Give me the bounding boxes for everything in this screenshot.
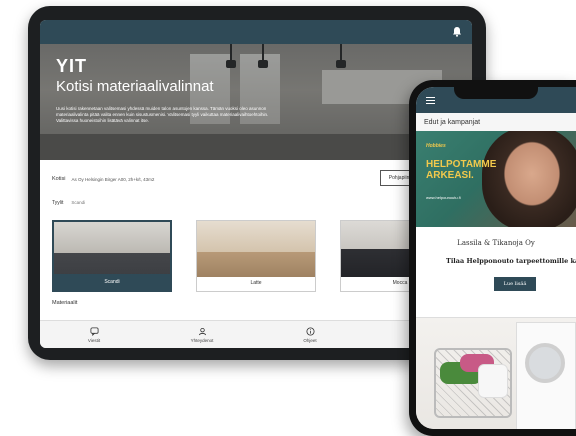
washer-door <box>525 343 565 383</box>
washer-image <box>516 322 576 429</box>
style-card-scandi[interactable]: Scandi <box>52 220 172 292</box>
cloth-image <box>478 364 508 398</box>
section-title: Edut ja kampanjat <box>416 113 576 131</box>
campaign-banner[interactable]: Hobbies HELPOTAMME ARKEASI. www.helpouno… <box>416 131 576 227</box>
tablet-content: Kotisi As Oy Helsingin Birger A00, 2h+k/… <box>40 160 472 324</box>
read-more-button[interactable]: Lue lisää <box>494 277 536 291</box>
nav-item-ohjeet[interactable]: Ohjeet <box>256 321 364 348</box>
phone-device: Edut ja kampanjat Hobbies HELPOTAMME ARK… <box>409 80 576 436</box>
hero-overlay <box>40 44 472 160</box>
campaign-logo: Hobbies <box>426 143 446 149</box>
kotisi-value: As Oy Helsingin Birger A00, 2h+k/t, 43m2 <box>71 176 155 182</box>
tablet-top-bar <box>40 20 472 44</box>
nav-label: Ohjeet <box>303 337 317 343</box>
style-card-latte[interactable]: Latte <box>196 220 316 292</box>
nav-label: Viestit <box>87 337 101 343</box>
promo-composition: YIT Kotisi materiaalivalinnat Uusi kotis… <box>0 0 576 436</box>
user-icon <box>198 327 206 335</box>
tyylit-value: Scandi <box>71 200 86 205</box>
bell-icon[interactable] <box>452 26 462 37</box>
nav-label: Yhteydenot <box>190 337 214 343</box>
phone-notch <box>454 87 538 99</box>
hamburger-menu-icon[interactable] <box>426 97 435 104</box>
laundry-photo <box>416 318 576 429</box>
tyylit-label: Tyylit <box>52 200 64 206</box>
materiaalit-heading: Materiaalit <box>52 300 78 306</box>
style-cards: Scandi Latte Mocca <box>52 220 460 292</box>
hero-banner: YIT Kotisi materiaalivalinnat Uusi kotis… <box>40 44 472 160</box>
campaign-url: www.helpounoutu.fi <box>426 195 461 200</box>
offer-text: Tilaa Helpponouto tarpeettomille kaluste… <box>446 257 576 265</box>
hero-description: Uusi kotisi rakennetaan valitsemasi yhde… <box>56 106 269 123</box>
info-icon <box>305 326 315 336</box>
style-image-scandi <box>54 222 170 278</box>
bottom-nav: Viestit Yhteydenot Ohjeet Esit <box>40 320 472 348</box>
chat-icon <box>89 326 99 336</box>
style-caption: Latte <box>250 280 262 286</box>
nav-item-viestit[interactable]: Viestit <box>40 321 148 348</box>
tyylit-row: Tyylit Scandi <box>52 200 460 206</box>
style-caption: Scandi <box>54 274 170 290</box>
brand-logo: YIT <box>56 56 88 76</box>
nav-item-yhteydenot[interactable]: Yhteydenot <box>148 321 256 348</box>
phone-top-bar <box>416 87 576 113</box>
tablet-screen: YIT Kotisi materiaalivalinnat Uusi kotis… <box>40 20 472 348</box>
kotisi-label: Kotisi <box>52 176 66 182</box>
campaign-headline: HELPOTAMME ARKEASI. <box>426 159 497 181</box>
style-image-latte <box>197 221 315 277</box>
company-name: Lassila & Tikanoja Oy <box>457 239 535 247</box>
phone-screen: Edut ja kampanjat Hobbies HELPOTAMME ARK… <box>416 87 576 429</box>
hero-title: Kotisi materiaalivalinnat <box>56 78 214 95</box>
